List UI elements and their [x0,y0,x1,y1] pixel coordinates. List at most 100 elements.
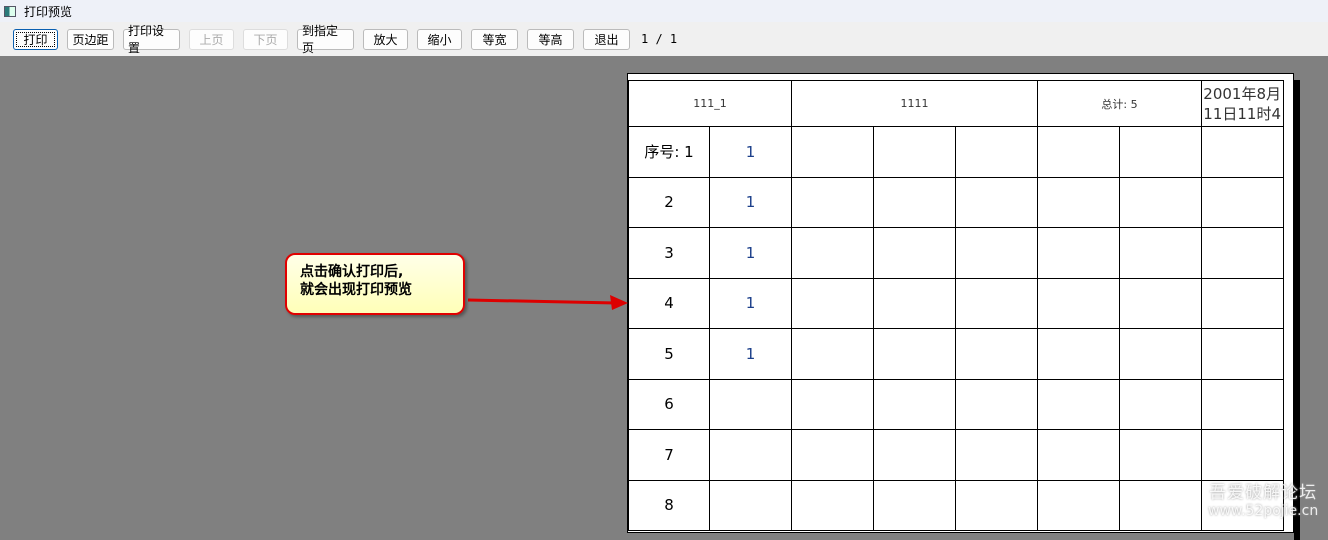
table-row: 41 [628,277,1284,329]
zoom-in-button[interactable]: 放大 [363,28,408,50]
value-cell: 1 [709,277,792,329]
report-table: 111_1 1111 总计: 5 2001年8月11日11时4 序号: 1121… [628,80,1284,531]
row-number-cell: 序号: 1 [628,126,710,178]
empty-cell [1037,227,1120,279]
prev-page-button[interactable]: 上页 [189,28,234,50]
table-row: 7 [628,429,1284,481]
watermark: 吾爱破解论坛 www.52pojie.cn [1208,478,1318,519]
empty-cell [873,429,956,481]
value-cell: 1 [709,227,792,279]
exit-button[interactable]: 退出 [583,28,630,50]
fit-height-button[interactable]: 等高 [527,28,574,50]
value-cell: 1 [709,328,792,380]
watermark-text: 吾爱破解论坛 [1209,483,1318,503]
empty-cell [1119,126,1202,178]
header-cell: 111_1 [628,80,792,127]
empty-cell [1201,126,1284,178]
empty-cell [873,479,956,531]
table-row: 6 [628,378,1284,430]
empty-cell [955,479,1038,531]
empty-cell [791,328,874,380]
empty-cell [1119,479,1202,531]
empty-cell [873,176,956,228]
empty-cell [1119,277,1202,329]
row-number-cell: 5 [628,328,710,380]
empty-cell [1037,479,1120,531]
empty-cell [1037,328,1120,380]
value-cell: 1 [709,126,792,178]
row-number-cell: 3 [628,227,710,279]
arrow-icon [467,295,628,310]
empty-cell [1201,378,1284,430]
empty-cell [1119,378,1202,430]
empty-cell [873,227,956,279]
empty-cell [791,378,874,430]
row-number-cell: 8 [628,479,710,531]
page-shadow [1294,80,1300,540]
value-cell [709,378,792,430]
table-row: 8 [628,479,1284,531]
empty-cell [873,378,956,430]
empty-cell [955,176,1038,228]
zoom-out-button[interactable]: 缩小 [417,28,462,50]
table-row: 51 [628,328,1284,380]
fit-width-button[interactable]: 等宽 [471,28,518,50]
preview-page: 111_1 1111 总计: 5 2001年8月11日11时4 序号: 1121… [627,73,1294,533]
table-header-row: 111_1 1111 总计: 5 2001年8月11日11时4 [628,80,1284,127]
watermark-url: www.52pojie.cn [1208,503,1319,519]
empty-cell [1037,277,1120,329]
row-number-cell: 6 [628,378,710,430]
app-icon [4,5,16,17]
empty-cell [955,328,1038,380]
table-row: 序号: 11 [628,126,1284,178]
print-button[interactable]: 打印 [13,28,58,50]
go-to-page-button[interactable]: 到指定页 [297,24,354,55]
empty-cell [791,176,874,228]
empty-cell [791,277,874,329]
empty-cell [1201,277,1284,329]
empty-cell [1037,126,1120,178]
table-row: 31 [628,227,1284,279]
callout-note: 点击确认打印后, 就会出现打印预览 [285,253,465,315]
margins-button[interactable]: 页边距 [67,28,114,50]
window-title: 打印预览 [24,4,73,19]
row-number-cell: 4 [628,277,710,329]
table-row: 21 [628,176,1284,228]
empty-cell [955,227,1038,279]
empty-cell [955,378,1038,430]
empty-cell [1201,429,1284,481]
title-bar: 打印预览 [0,0,1328,22]
empty-cell [791,227,874,279]
empty-cell [791,429,874,481]
empty-cell [1119,227,1202,279]
value-cell [709,479,792,531]
empty-cell [955,277,1038,329]
value-cell [709,429,792,481]
empty-cell [873,126,956,178]
row-number-cell: 2 [628,176,710,228]
row-number-cell: 7 [628,429,710,481]
empty-cell [1201,176,1284,228]
empty-cell [791,479,874,531]
header-date-cell: 2001年8月11日11时4 [1201,80,1284,127]
print-settings-button[interactable]: 打印设置 [123,24,180,55]
header-cell: 1111 [791,80,1038,127]
empty-cell [873,328,956,380]
page-indicator: 1 / 1 [641,32,678,46]
empty-cell [1037,429,1120,481]
empty-cell [1037,378,1120,430]
empty-cell [1119,176,1202,228]
empty-cell [1037,176,1120,228]
toolbar: 打印 页边距 打印设置 上页 下页 到指定页 放大 缩小 等宽 等高 退出 1 … [0,22,1328,56]
empty-cell [955,429,1038,481]
empty-cell [873,277,956,329]
callout-line: 点击确认打印后, [300,264,404,280]
empty-cell [791,126,874,178]
value-cell: 1 [709,176,792,228]
empty-cell [1201,227,1284,279]
callout-line: 就会出现打印预览 [300,282,412,298]
empty-cell [1119,328,1202,380]
empty-cell [1201,328,1284,380]
next-page-button[interactable]: 下页 [243,28,288,50]
header-cell: 总计: 5 [1037,80,1202,127]
